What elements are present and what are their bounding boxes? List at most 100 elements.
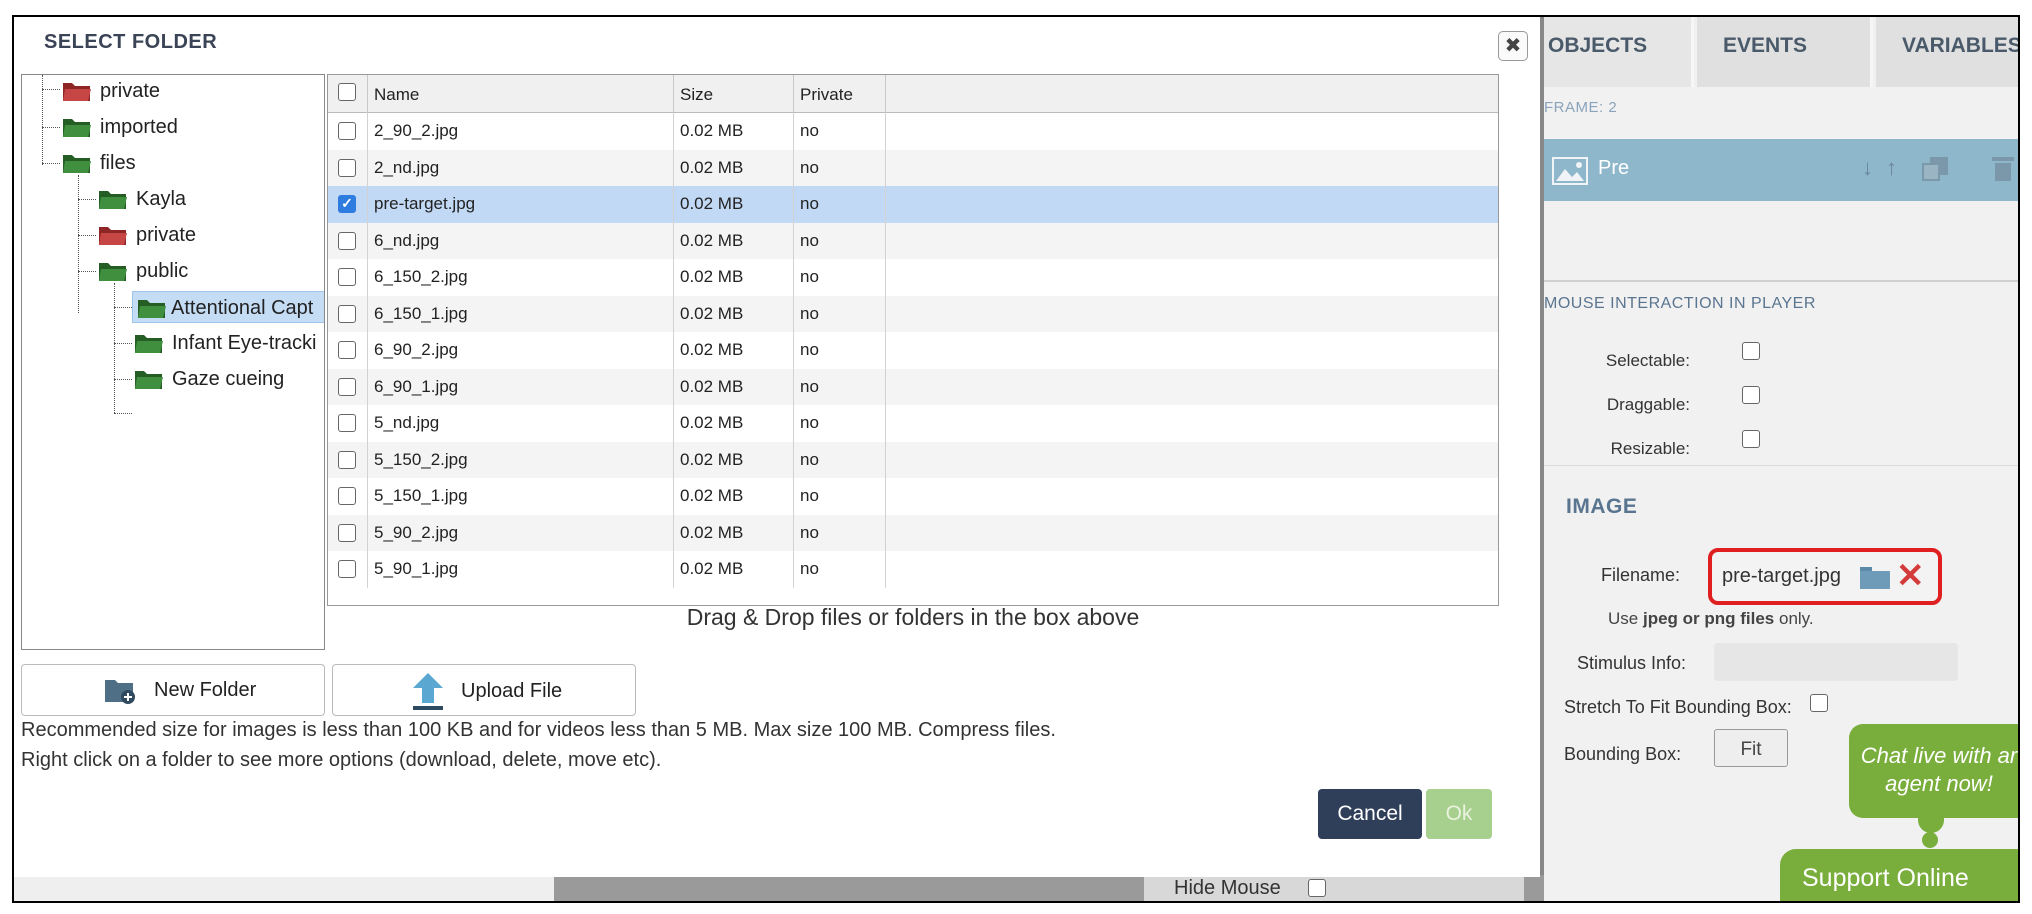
tree-node-label: Gaze cueing (172, 368, 285, 390)
file-checkbox[interactable] (338, 487, 356, 505)
tree-node-label: files (100, 152, 136, 174)
stimulus-info-input[interactable] (1714, 643, 1958, 681)
file-row[interactable]: 6_nd.jpg 0.02 MB no (328, 222, 1498, 259)
selectable-checkbox[interactable] (1742, 342, 1760, 360)
file-size: 0.02 MB (674, 368, 794, 405)
drag-drop-hint: Drag & Drop files or folders in the box … (686, 604, 1140, 630)
folder-open-green-icon (63, 155, 91, 173)
file-row[interactable]: 6_90_1.jpg 0.02 MB no (328, 368, 1498, 405)
move-up-icon[interactable]: ↑ (1886, 155, 1897, 181)
file-checkbox[interactable] (338, 560, 356, 578)
cancel-button[interactable]: Cancel (1318, 789, 1422, 839)
chat-line-1: Chat live with ar (1860, 743, 2018, 768)
timeline-row-fragment (14, 877, 554, 901)
file-row[interactable]: 5_90_2.jpg 0.02 MB no (328, 514, 1498, 551)
column-private[interactable]: Private (794, 75, 886, 113)
file-row[interactable]: 2_90_2.jpg 0.02 MB no (328, 113, 1498, 150)
tree-node-files[interactable]: files (62, 147, 136, 179)
file-check-cell (328, 149, 368, 186)
column-size[interactable]: Size (674, 75, 794, 113)
tab-objects[interactable]: OBJECTS (1544, 17, 1694, 87)
file-grid[interactable]: Name Size Private 2_90_2.jpg 0.02 MB no 2_n… (327, 74, 1499, 606)
draggable-checkbox[interactable] (1742, 386, 1760, 404)
hide-mouse-checkbox[interactable] (1308, 879, 1326, 897)
file-size: 0.02 MB (674, 149, 794, 186)
upload-file-button[interactable]: Upload File (332, 664, 636, 716)
file-name: 6_150_1.jpg (368, 295, 674, 332)
file-checkbox[interactable] (338, 158, 356, 177)
file-size: 0.02 MB (674, 551, 794, 588)
hide-mouse-label: Hide Mouse (1174, 877, 1281, 899)
filename-value: pre-target.jpg (1722, 565, 1841, 587)
file-row[interactable]: 6_90_2.jpg 0.02 MB no (328, 332, 1498, 369)
grid-header: Name Size Private (328, 75, 1498, 113)
tree-node-attentional-capture[interactable]: Attentional Capt (132, 291, 324, 323)
tree-node-kayla[interactable]: Kayla (98, 183, 186, 215)
chat-bubble[interactable]: Chat live with ar agent now! (1849, 724, 2018, 818)
file-name: 6_150_2.jpg (368, 259, 674, 296)
tree-node-private[interactable]: private (62, 75, 160, 107)
hint-bold: jpeg or png files (1642, 609, 1775, 628)
tree-node-public[interactable]: public (98, 255, 188, 287)
folder-browse-icon[interactable] (1860, 567, 1890, 589)
file-checkbox[interactable] (338, 122, 356, 140)
file-row[interactable]: 2_nd.jpg 0.02 MB no (328, 149, 1498, 186)
folder-red-icon (63, 83, 91, 101)
file-row[interactable]: 5_nd.jpg 0.02 MB no (328, 405, 1498, 442)
new-folder-button[interactable]: New Folder (21, 664, 325, 716)
recommendation-line-2: Right click on a folder to see more opti… (21, 749, 662, 771)
file-row[interactable]: 6_150_2.jpg 0.02 MB no (328, 259, 1498, 296)
chat-line-2: agent now! (1885, 771, 1993, 796)
tree-node-imported[interactable]: imported (62, 111, 178, 143)
properties-panel: OBJECTS EVENTS VARIABLES FRAME: 2 Pre ↓ … (1544, 17, 2020, 901)
fit-button[interactable]: Fit (1714, 729, 1788, 767)
tab-events[interactable]: EVENTS (1697, 17, 1873, 87)
file-row[interactable]: 6_150_1.jpg 0.02 MB no (328, 295, 1498, 332)
file-row[interactable]: 5_150_2.jpg 0.02 MB no (328, 441, 1498, 478)
clear-file-icon[interactable]: ✕ (1896, 556, 1925, 596)
tree-node-infant-eye-tracking[interactable]: Infant Eye-tracki (134, 327, 317, 359)
folder-open-green-icon (99, 263, 127, 281)
file-size: 0.02 MB (674, 186, 794, 223)
stretch-checkbox[interactable] (1810, 694, 1828, 712)
file-checkbox[interactable] (338, 341, 356, 359)
file-name: 2_90_2.jpg (368, 113, 674, 150)
tree-node-gaze-cueing[interactable]: Gaze cueing (134, 363, 284, 395)
file-checkbox[interactable] (338, 231, 356, 250)
column-name[interactable]: Name (368, 75, 674, 113)
file-check-cell (328, 514, 368, 551)
file-checkbox[interactable] (338, 414, 356, 432)
file-checkbox[interactable] (338, 304, 356, 323)
file-row[interactable]: ✓ pre-target.jpg 0.02 MB no (328, 186, 1498, 223)
file-name: 6_90_2.jpg (368, 332, 674, 369)
tree-node-private-2[interactable]: private (98, 219, 196, 251)
select-folder-modal: SELECT FOLDER ✖ private imported files K… (14, 17, 1540, 877)
tab-variables[interactable]: VARIABLES (1876, 17, 2020, 87)
folder-tree[interactable]: private imported files Kayla private pub… (21, 74, 325, 650)
file-checkbox[interactable] (338, 377, 356, 396)
close-button[interactable]: ✖ (1498, 31, 1528, 61)
duplicate-icon[interactable] (1922, 157, 1948, 181)
select-all-checkbox[interactable] (338, 83, 356, 101)
support-online-button[interactable]: Support Online (1780, 849, 2018, 901)
folder-green-icon (138, 300, 166, 318)
file-row[interactable]: 5_90_1.jpg 0.02 MB no (328, 551, 1498, 588)
ok-button[interactable]: Ok (1426, 789, 1492, 839)
object-name: Pre (1598, 157, 1630, 179)
file-name: 5_90_2.jpg (368, 514, 674, 551)
resizable-checkbox[interactable] (1742, 430, 1760, 448)
bounding-box-label: Bounding Box: (1564, 744, 1682, 764)
tab-variables-label: VARIABLES (1902, 34, 2020, 57)
trash-icon[interactable] (1992, 155, 2014, 181)
file-check-cell (328, 113, 368, 150)
file-row[interactable]: 5_150_1.jpg 0.02 MB no (328, 478, 1498, 515)
folder-green-icon (99, 191, 127, 209)
file-size: 0.02 MB (674, 295, 794, 332)
file-size: 0.02 MB (674, 441, 794, 478)
move-down-icon[interactable]: ↓ (1862, 155, 1873, 181)
object-row[interactable]: Pre ↓ ↑ (1544, 139, 2018, 201)
file-checkbox[interactable]: ✓ (338, 195, 356, 213)
file-checkbox[interactable] (338, 450, 356, 469)
file-checkbox[interactable] (338, 268, 356, 286)
file-checkbox[interactable] (338, 523, 356, 542)
